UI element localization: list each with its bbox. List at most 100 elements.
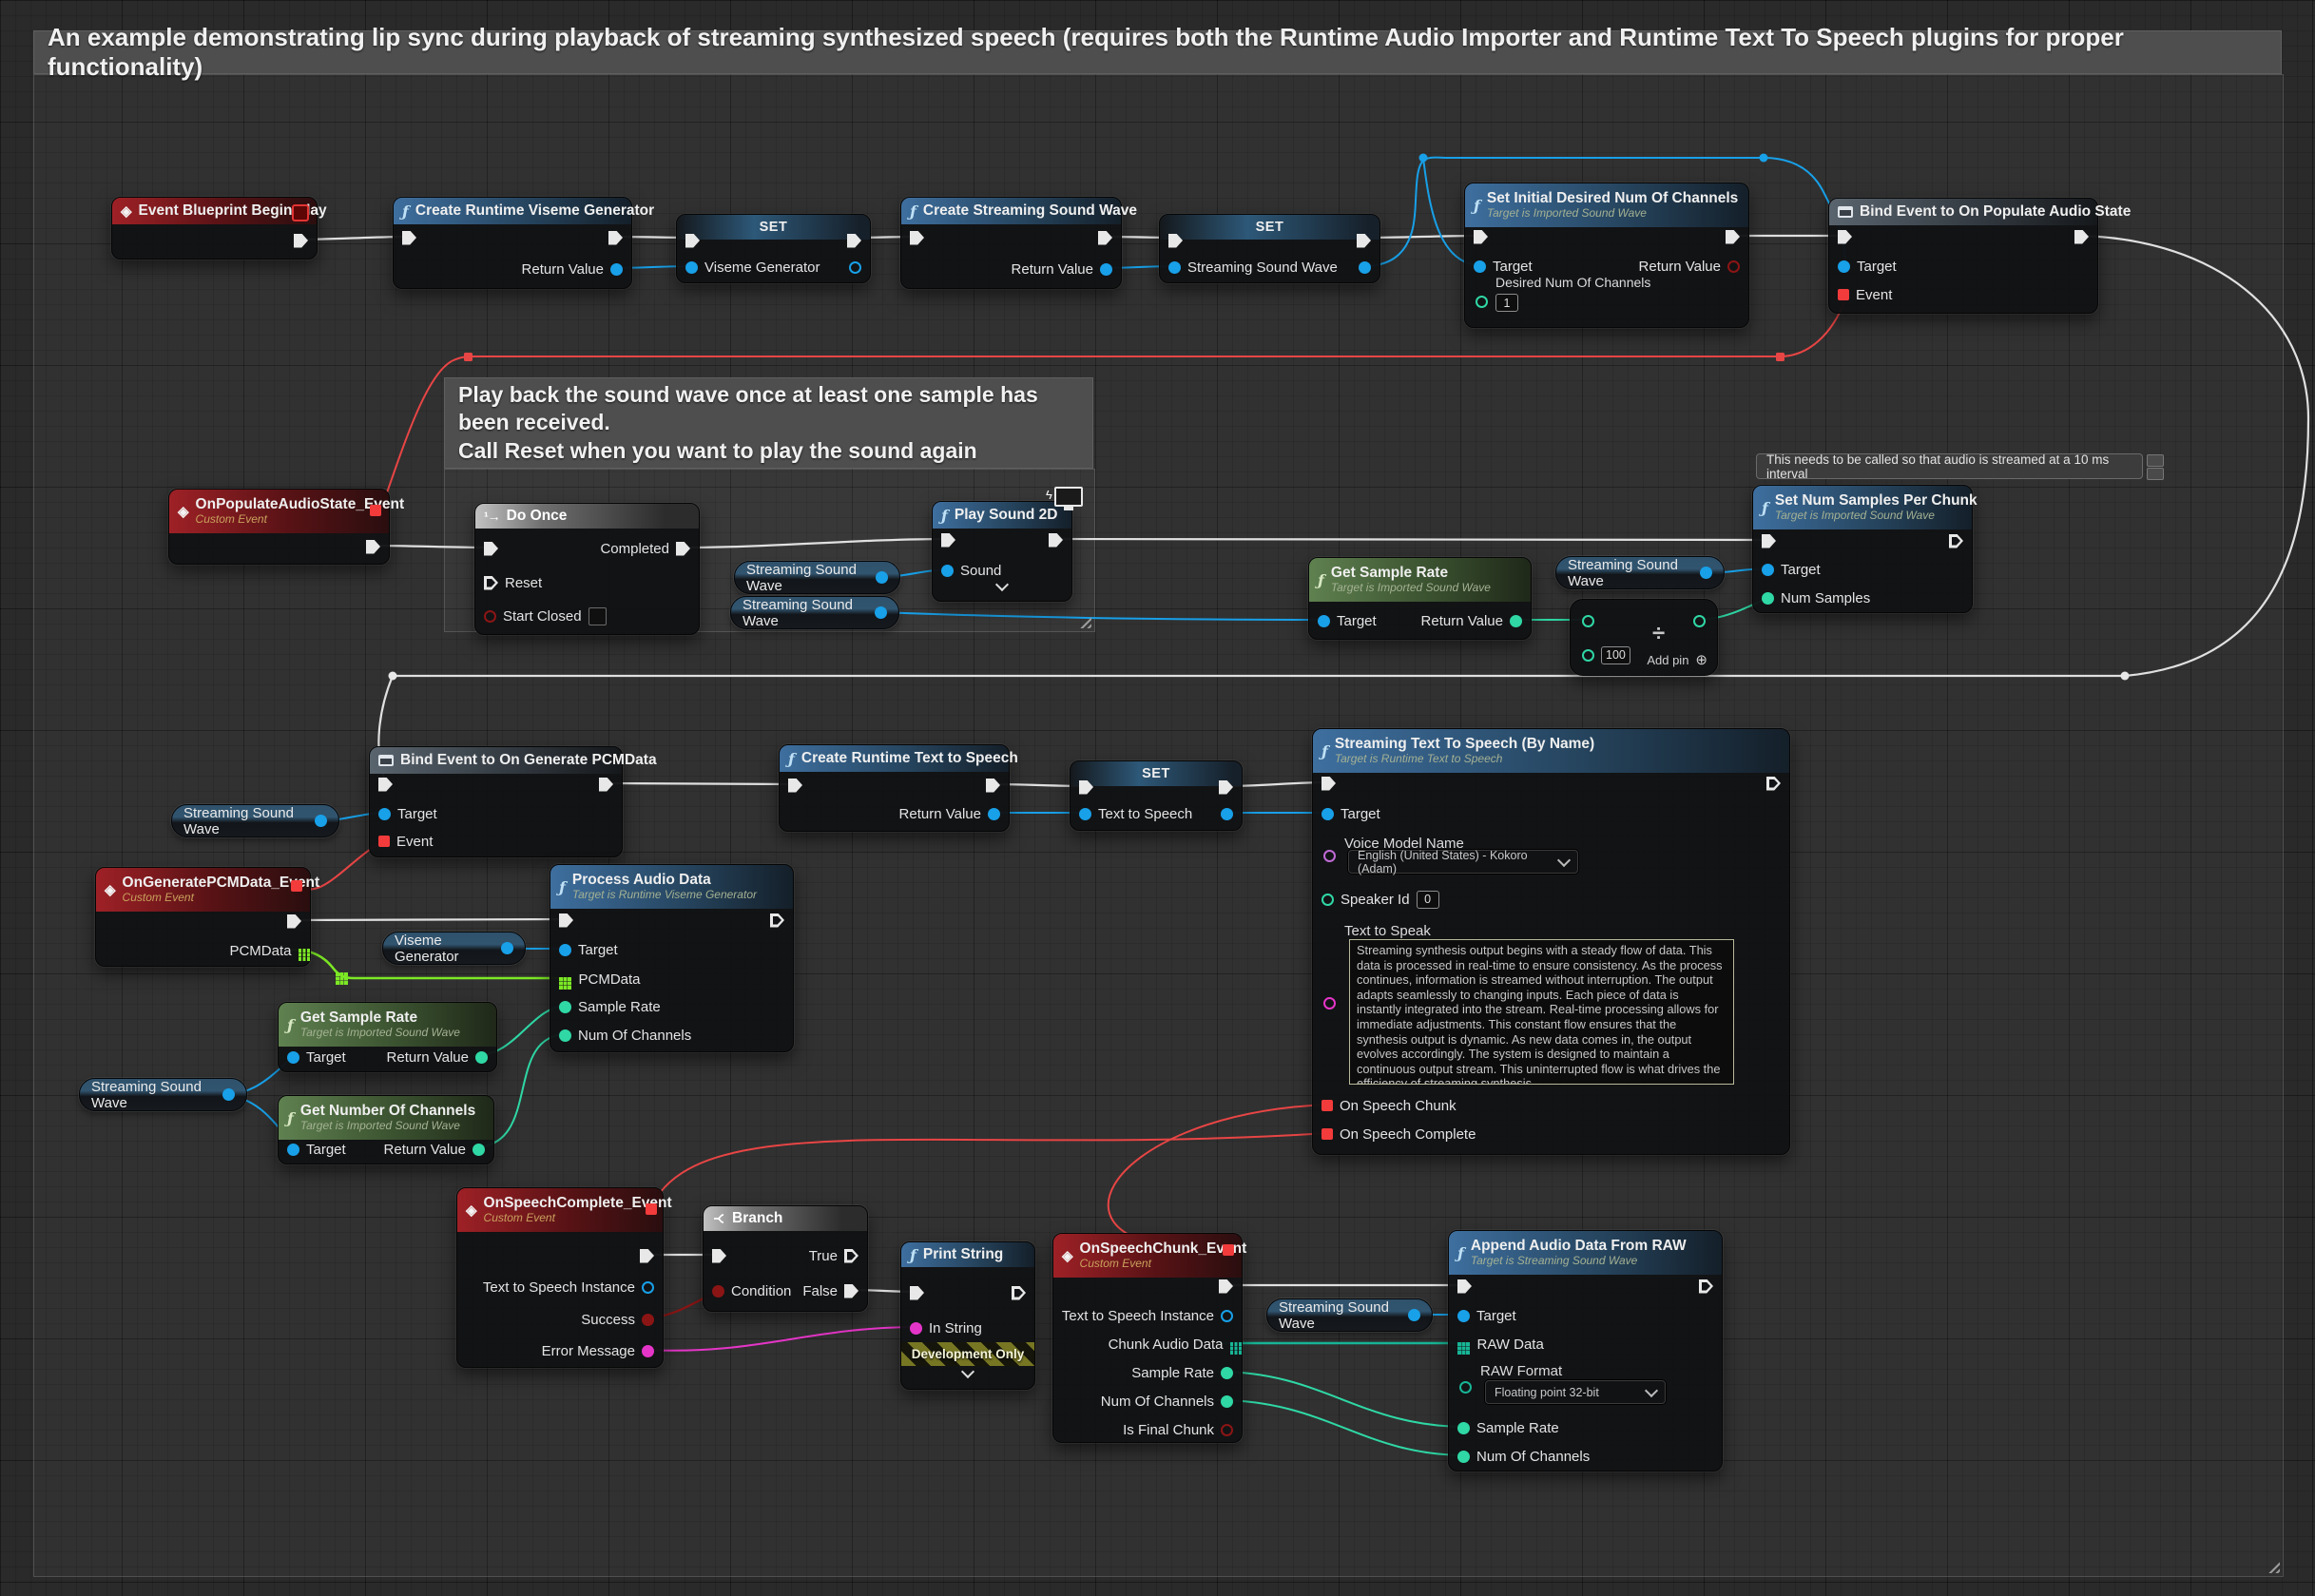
node-header[interactable]: ƒ Get Sample Rate Target is Imported Sou… [1309,558,1531,602]
pill-streaming-sound-wave-6[interactable]: Streaming Sound Wave [1266,1298,1433,1332]
node-header[interactable]: ƒ Create Runtime Viseme Generator [394,198,631,224]
exec-out-pin[interactable] [1012,1286,1026,1300]
num-samples-pin[interactable] [1762,592,1774,605]
error-message-pin[interactable] [642,1345,654,1357]
return-value-pin[interactable] [1100,263,1112,276]
exec-in-pin[interactable] [712,1249,726,1263]
sample-rate-pin[interactable] [1221,1367,1233,1379]
node-event-begin-play[interactable]: Event Blueprint Begin Play [111,197,318,260]
num-of-channels-pin[interactable] [1221,1395,1233,1408]
node-set-num-samples-per-chunk[interactable]: ƒ Set Num Samples Per Chunk Target is Im… [1752,485,1973,613]
exec-out-pin[interactable] [294,234,308,248]
node-header[interactable]: OnPopulateAudioState_Event Custom Event [169,490,389,533]
node-header[interactable]: Branch [704,1206,867,1231]
return-value-pin[interactable] [473,1144,485,1156]
return-value-pin[interactable] [610,263,623,276]
node-set-viseme-generator[interactable]: SET Viseme Generator [676,214,871,283]
node-get-number-of-channels[interactable]: ƒ Get Number Of Channels Target is Impor… [278,1095,494,1164]
exec-in-pin[interactable] [378,778,393,792]
node-header[interactable]: ƒ Create Runtime Text to Speech [780,745,1009,772]
node-header[interactable]: OnGeneratePCMData_Event Custom Event [96,868,310,912]
desired-num-value[interactable]: 1 [1495,294,1518,312]
node-on-populate-audio-state-event[interactable]: OnPopulateAudioState_Event Custom Event [168,489,390,565]
node-header[interactable]: ƒ Play Sound 2D [933,502,1071,529]
exec-in-pin[interactable] [1762,534,1776,548]
node-header[interactable]: ƒ Set Initial Desired Num Of Channels Ta… [1465,183,1748,227]
exec-out-pin[interactable] [1699,1279,1713,1294]
exec-in-pin[interactable] [1457,1279,1472,1294]
exec-out-pin[interactable] [608,231,623,245]
node-create-runtime-viseme-generator[interactable]: ƒ Create Runtime Viseme Generator Return… [393,197,632,289]
tooltip-bubble-icon[interactable] [2147,468,2164,480]
delegate-output-pin[interactable] [291,880,302,892]
raw-format-pin[interactable] [1459,1381,1472,1394]
exec-in-pin[interactable] [1079,780,1093,795]
node-header[interactable]: ƒ Create Streaming Sound Wave [901,198,1121,224]
node-on-speech-chunk-event[interactable]: OnSpeechChunk_Event Custom Event Text to… [1052,1233,1243,1443]
expand-chevron-icon[interactable] [961,1365,974,1378]
exec-in-pin[interactable] [788,779,802,793]
node-header[interactable]: ƒ Process Audio Data Target is Runtime V… [550,865,793,909]
pill-streaming-sound-wave-2[interactable]: Streaming Sound Wave [730,596,899,629]
pill-streaming-sound-wave-3[interactable]: Streaming Sound Wave [1555,556,1725,589]
true-exec-pin[interactable] [844,1249,858,1263]
return-value-pin[interactable] [988,808,1000,820]
pill-streaming-sound-wave-1[interactable]: Streaming Sound Wave [734,561,900,594]
node-append-audio-data-from-raw[interactable]: ƒ Append Audio Data From RAW Target is S… [1448,1230,1723,1471]
node-get-sample-rate-2[interactable]: ƒ Get Sample Rate Target is Imported Sou… [278,1002,497,1072]
success-pin[interactable] [642,1314,654,1326]
pill-viseme-generator[interactable]: Viseme Generator [382,932,526,965]
node-set-streaming-sound-wave[interactable]: SET Streaming Sound Wave [1159,214,1380,283]
node-header[interactable]: OnSpeechComplete_Event Custom Event [457,1188,663,1232]
divide-value-box[interactable]: 100 [1601,646,1630,664]
node-header[interactable]: ƒ Get Sample Rate Target is Imported Sou… [279,1003,496,1047]
node-divide[interactable]: 100 ÷ ⊕ Add pin [1570,599,1718,676]
return-value-pin[interactable] [475,1051,488,1064]
on-speech-complete-delegate-pin[interactable] [1321,1128,1333,1140]
on-speech-chunk-delegate-pin[interactable] [1321,1100,1333,1111]
node-header[interactable]: ƒ Get Number Of Channels Target is Impor… [279,1096,493,1140]
divide-output-pin[interactable] [1693,615,1706,627]
pcmdata-reroute-node[interactable] [336,972,339,976]
divide-input-a-pin[interactable] [1582,615,1594,627]
desired-num-pin[interactable] [1476,296,1488,308]
exec-out-pin[interactable] [1098,231,1112,245]
viseme-generator-pin[interactable] [685,261,698,274]
target-pin[interactable] [559,944,571,956]
node-header[interactable]: ƒ Set Num Samples Per Chunk Target is Im… [1753,486,1972,529]
node-set-initial-desired-num-of-channels[interactable]: ƒ Set Initial Desired Num Of Channels Ta… [1464,183,1749,328]
node-process-audio-data[interactable]: ƒ Process Audio Data Target is Runtime V… [550,864,794,1052]
node-set-text-to-speech[interactable]: SET Text to Speech [1070,760,1243,831]
variable-out-pin[interactable] [501,942,513,954]
condition-pin[interactable] [712,1285,724,1298]
exec-out-pin[interactable] [287,914,301,929]
return-value-pin[interactable] [1727,260,1740,273]
node-header[interactable]: ƒ Streaming Text To Speech (By Name) Tar… [1313,729,1789,773]
sample-rate-pin[interactable] [1457,1422,1470,1434]
delegate-output-pin[interactable] [370,505,381,516]
exec-in-pin[interactable] [559,913,573,928]
false-exec-pin[interactable] [844,1284,858,1298]
sample-rate-pin[interactable] [559,1001,571,1013]
output-value-pin[interactable] [849,261,861,274]
exec-in-pin[interactable] [910,1286,924,1300]
target-pin[interactable] [287,1051,299,1064]
node-header[interactable]: SET [1160,215,1379,240]
blueprint-graph-canvas[interactable]: An example demonstrating lip sync during… [0,0,2315,1596]
target-pin[interactable] [287,1144,299,1156]
pill-streaming-sound-wave-4[interactable]: Streaming Sound Wave [171,804,339,837]
node-get-sample-rate-1[interactable]: ƒ Get Sample Rate Target is Imported Sou… [1308,557,1532,640]
text-to-speak-textarea[interactable]: Streaming synthesis output begins with a… [1349,939,1734,1085]
exec-in-pin[interactable] [910,231,924,245]
target-pin[interactable] [1318,615,1330,627]
exec-out-pin[interactable] [847,234,861,248]
exec-out-pin[interactable] [366,540,380,554]
is-final-chunk-pin[interactable] [1221,1424,1233,1436]
start-closed-pin[interactable] [484,610,496,623]
node-bind-event-on-generate-pcmdata[interactable]: Bind Event to On Generate PCMData Target… [369,746,623,857]
exec-in-pin[interactable] [941,533,955,548]
event-delegate-pin[interactable] [378,836,390,847]
node-on-generate-pcmdata-event[interactable]: OnGeneratePCMData_Event Custom Event PCM… [95,867,311,967]
chunk-audio-data-array-pin[interactable] [1230,1342,1234,1346]
add-pin-plus-icon[interactable]: ⊕ [1695,651,1707,668]
